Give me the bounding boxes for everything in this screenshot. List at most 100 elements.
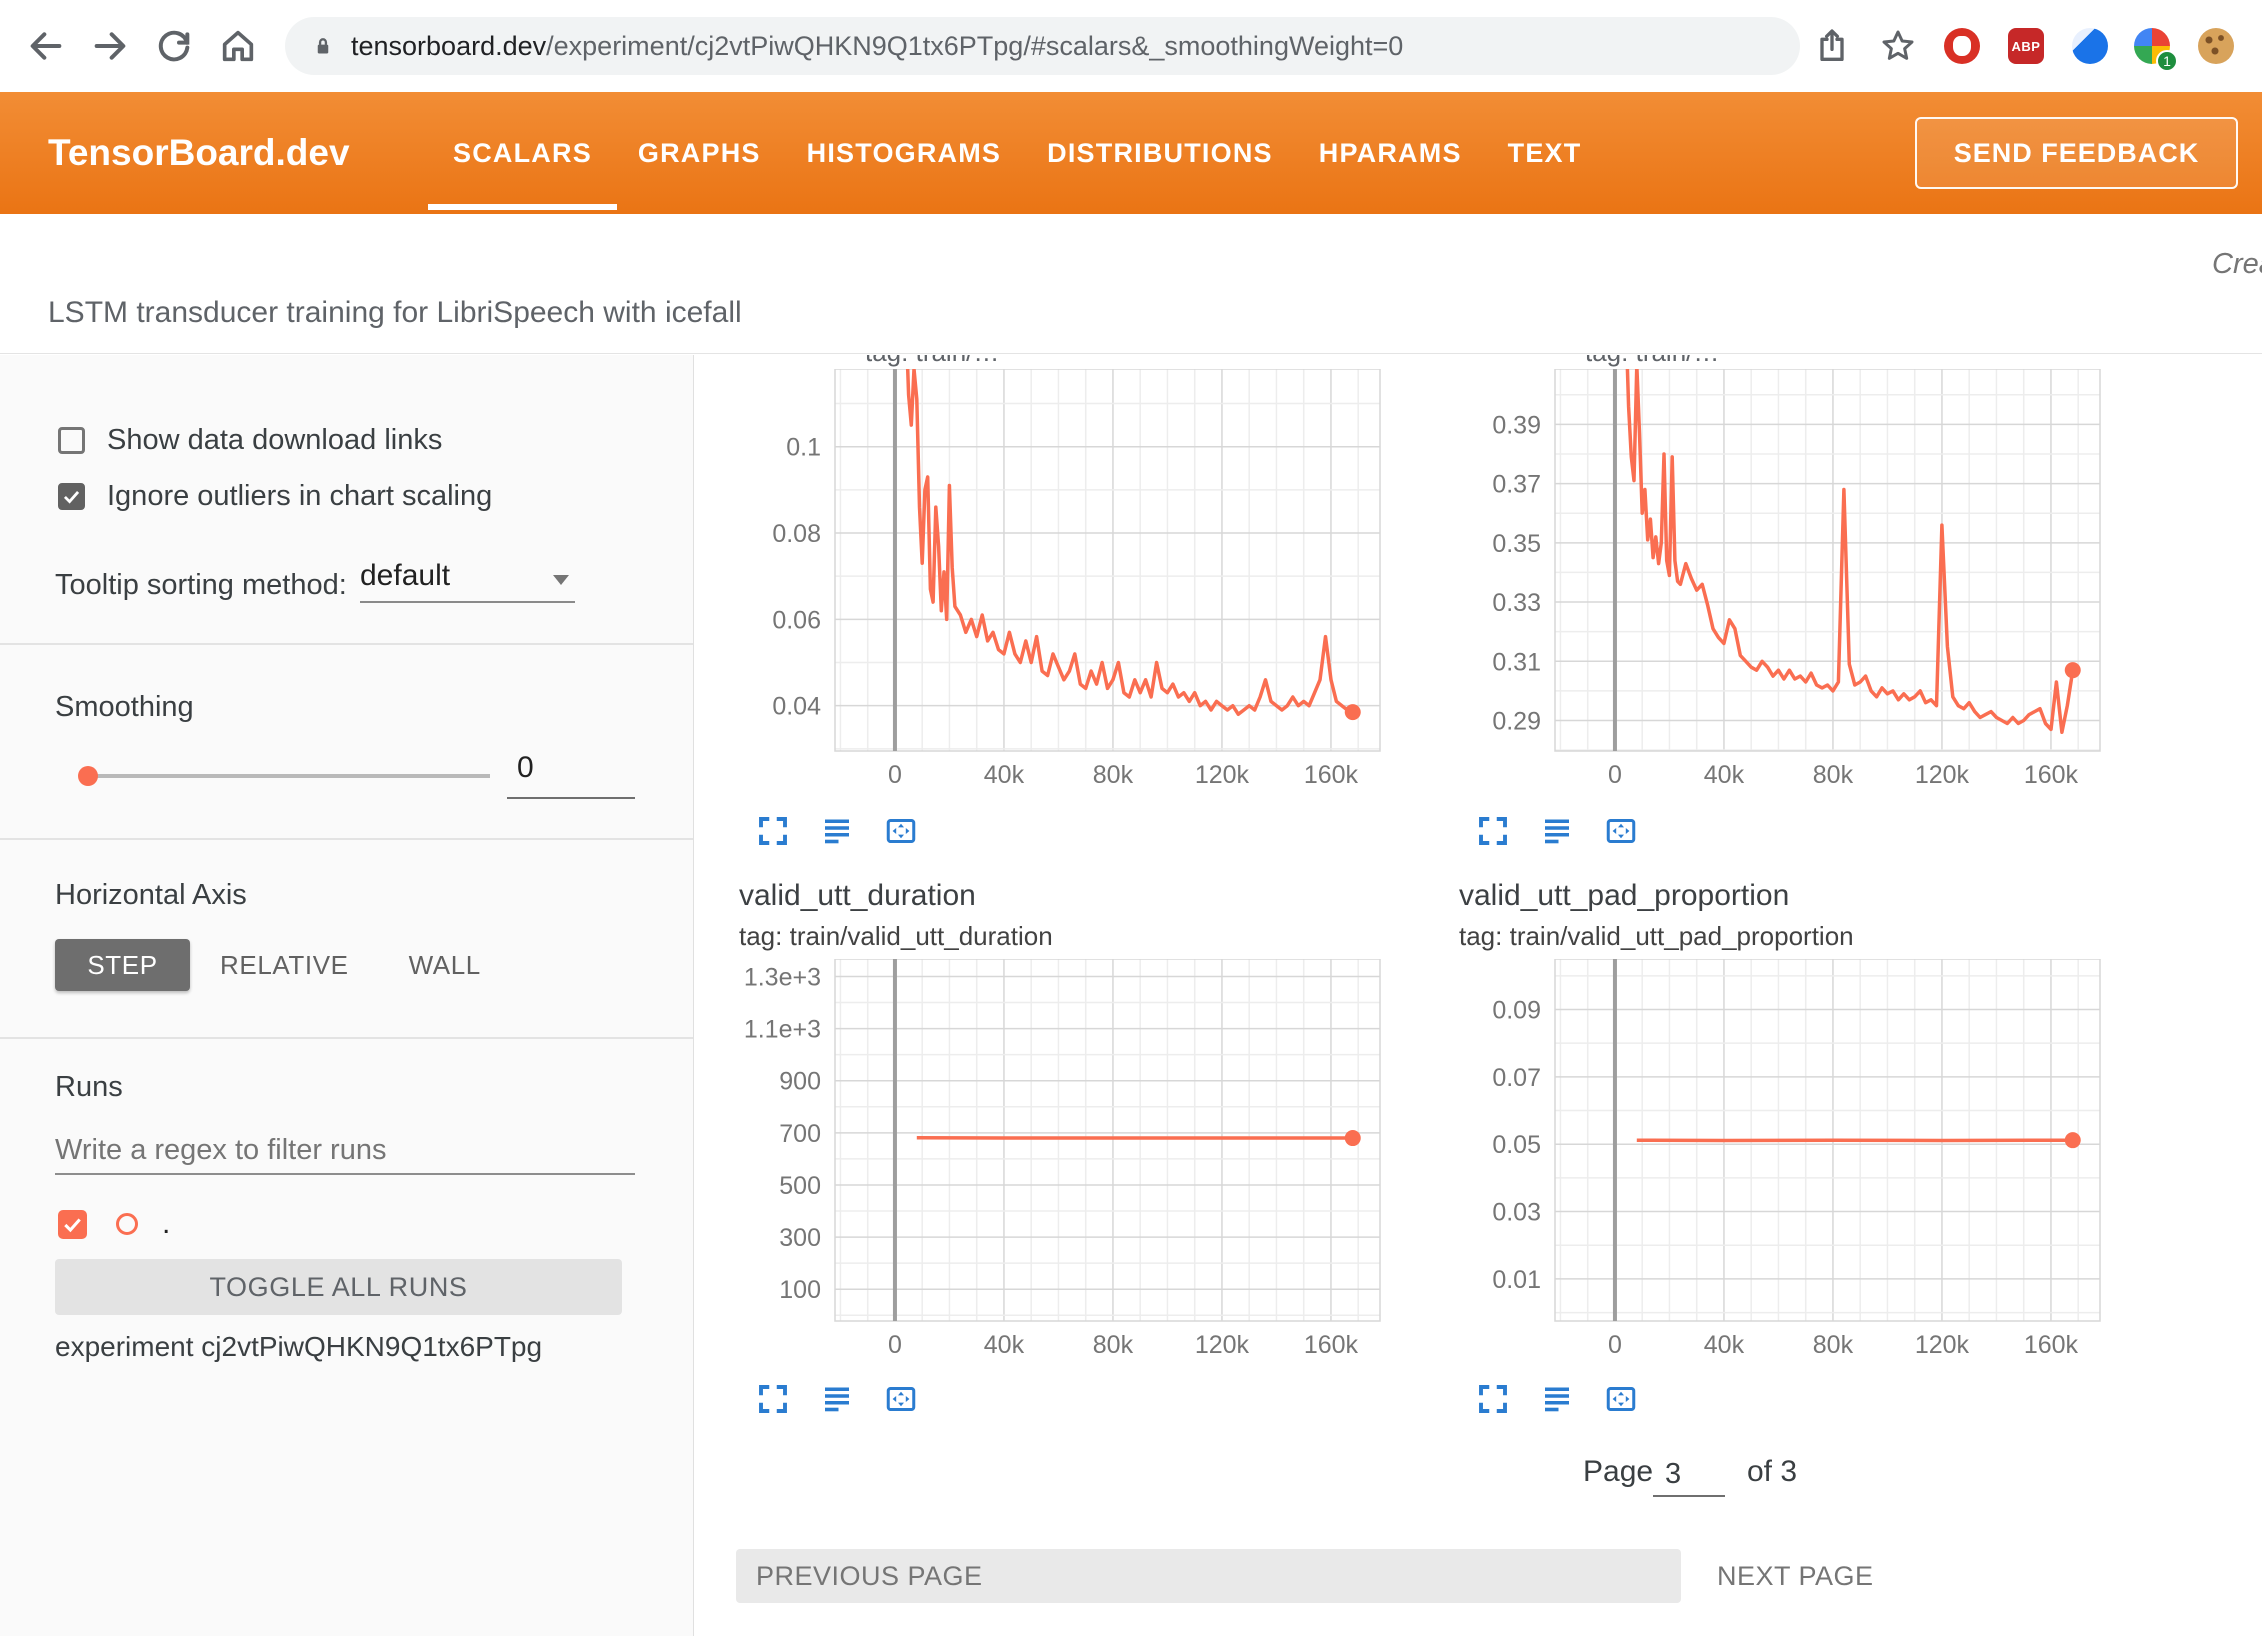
runs-filter-input[interactable] xyxy=(55,1127,635,1175)
tab-scalars[interactable]: SCALARS xyxy=(430,92,615,214)
svg-text:0.06: 0.06 xyxy=(772,606,821,634)
refresh-icon[interactable] xyxy=(154,26,194,66)
adblock-extension-icon[interactable] xyxy=(1944,28,1980,64)
svg-text:120k: 120k xyxy=(1915,1331,1970,1359)
share-icon[interactable] xyxy=(1812,26,1852,66)
fit-domain-icon[interactable] xyxy=(1603,813,1639,849)
extension-badge: 1 xyxy=(2156,50,2178,72)
run-row[interactable]: . xyxy=(58,1207,170,1241)
svg-text:0.01: 0.01 xyxy=(1492,1266,1541,1294)
scalar-chart[interactable]: 0.290.310.330.350.370.39040k80k120k160k xyxy=(1455,369,2115,796)
fit-domain-icon[interactable] xyxy=(1603,1381,1639,1417)
divider xyxy=(0,643,693,645)
axis-relative-button[interactable]: RELATIVE xyxy=(190,939,379,991)
svg-text:0.07: 0.07 xyxy=(1492,1064,1541,1092)
divider xyxy=(0,838,693,840)
runs-selector-icon[interactable] xyxy=(819,813,855,849)
axis-wall-button[interactable]: WALL xyxy=(379,939,511,991)
scalar-chart[interactable]: 0.040.060.080.1040k80k120k160k xyxy=(735,369,1395,796)
address-bar[interactable]: tensorboard.dev/experiment/cj2vtPiwQHKN9… xyxy=(285,17,1800,75)
tooltip-sort-select[interactable]: default xyxy=(360,559,575,603)
run-checkbox-checked-icon[interactable] xyxy=(58,1210,87,1239)
svg-text:100: 100 xyxy=(779,1276,821,1304)
runs-selector-icon[interactable] xyxy=(1539,813,1575,849)
smoothing-value: 0 xyxy=(517,751,534,784)
svg-text:0.31: 0.31 xyxy=(1492,648,1541,676)
bookmark-star-icon[interactable] xyxy=(1878,26,1918,66)
svg-text:0: 0 xyxy=(1608,1331,1622,1359)
expand-chart-icon[interactable] xyxy=(1475,1381,1511,1417)
subheader: Crea LSTM transducer training for LibriS… xyxy=(0,214,2262,354)
tooltip-sort-label: Tooltip sorting method: xyxy=(55,569,347,602)
expand-chart-icon[interactable] xyxy=(1475,813,1511,849)
home-icon[interactable] xyxy=(218,26,258,66)
page-label: Page xyxy=(1583,1455,1653,1489)
smoothing-slider[interactable] xyxy=(80,759,490,793)
divider xyxy=(0,1037,693,1039)
checkbox-unchecked-icon xyxy=(58,427,85,454)
browser-toolbar: tensorboard.dev/experiment/cj2vtPiwQHKN9… xyxy=(0,0,2262,92)
fit-domain-icon[interactable] xyxy=(883,1381,919,1417)
axis-step-button[interactable]: STEP xyxy=(55,939,190,991)
ignore-outliers-checkbox[interactable]: Ignore outliers in chart scaling xyxy=(58,480,492,513)
svg-text:40k: 40k xyxy=(1704,761,1745,789)
run-name: . xyxy=(162,1207,170,1241)
checkbox-label: Show data download links xyxy=(107,424,442,457)
checkbox-label: Ignore outliers in chart scaling xyxy=(107,480,492,513)
show-download-links-checkbox[interactable]: Show data download links xyxy=(58,424,442,457)
svg-text:0.04: 0.04 xyxy=(772,693,821,721)
chart-tag: tag: train/valid_utt_pad_proportion xyxy=(1459,921,1854,952)
cookie-extension-icon[interactable] xyxy=(2198,28,2234,64)
page-number-input[interactable] xyxy=(1653,1453,1725,1497)
svg-text:160k: 160k xyxy=(1304,1331,1359,1359)
smoothing-value-input[interactable]: 0 xyxy=(507,745,635,799)
scalar-chart[interactable]: 1003005007009001.1e+31.3e+3040k80k120k16… xyxy=(735,959,1395,1366)
runs-label: Runs xyxy=(55,1071,123,1104)
back-icon[interactable] xyxy=(26,26,66,66)
expand-chart-icon[interactable] xyxy=(755,1381,791,1417)
toggle-all-runs-button[interactable]: TOGGLE ALL RUNS xyxy=(55,1259,622,1315)
tab-distributions[interactable]: DISTRIBUTIONS xyxy=(1024,92,1296,214)
svg-text:0.09: 0.09 xyxy=(1492,997,1541,1025)
expand-chart-icon[interactable] xyxy=(755,813,791,849)
runs-selector-icon[interactable] xyxy=(1539,1381,1575,1417)
tensorboard-logo[interactable]: TensorBoard.dev xyxy=(48,92,350,214)
chart-actions xyxy=(1475,1381,1639,1417)
svg-text:120k: 120k xyxy=(1195,1331,1250,1359)
scalar-chart[interactable]: 0.010.030.050.070.09040k80k120k160k xyxy=(1455,959,2115,1366)
svg-text:0.1: 0.1 xyxy=(786,434,821,462)
tab-hparams[interactable]: HPARAMS xyxy=(1296,92,1485,214)
chart-actions xyxy=(755,1381,919,1417)
runs-selector-icon[interactable] xyxy=(819,1381,855,1417)
tab-text[interactable]: TEXT xyxy=(1485,92,1605,214)
lock-icon xyxy=(309,32,337,60)
fit-domain-icon[interactable] xyxy=(883,813,919,849)
svg-text:0.03: 0.03 xyxy=(1492,1199,1541,1227)
slider-thumb[interactable] xyxy=(78,766,98,786)
blue-extension-icon[interactable] xyxy=(2072,28,2108,64)
next-page-button[interactable]: NEXT PAGE xyxy=(1717,1549,1874,1603)
svg-text:160k: 160k xyxy=(2024,1331,2079,1359)
svg-text:0: 0 xyxy=(888,1331,902,1359)
extension-with-badge-icon[interactable]: 1 xyxy=(2134,28,2170,64)
chevron-down-icon xyxy=(553,575,569,585)
svg-text:0.29: 0.29 xyxy=(1492,707,1541,735)
charts-panel: tag: train/… 0.040.060.080.1040k80k120k1… xyxy=(695,355,2262,1636)
chart-actions xyxy=(755,813,919,849)
abp-extension-icon[interactable]: ABP xyxy=(2008,28,2044,64)
svg-text:160k: 160k xyxy=(1304,761,1359,789)
tab-histograms[interactable]: HISTOGRAMS xyxy=(784,92,1025,214)
page-of-label: of 3 xyxy=(1747,1455,1797,1489)
send-feedback-button[interactable]: SEND FEEDBACK xyxy=(1915,117,2238,189)
chart-actions xyxy=(1475,813,1639,849)
slider-track xyxy=(88,774,490,778)
svg-text:300: 300 xyxy=(779,1224,821,1252)
checkbox-checked-icon xyxy=(58,483,85,510)
previous-page-button[interactable]: PREVIOUS PAGE xyxy=(736,1549,1681,1603)
svg-text:700: 700 xyxy=(779,1120,821,1148)
clipped-right-text: Crea xyxy=(2212,248,2262,281)
chart-tag: tag: train/valid_utt_duration xyxy=(739,921,1053,952)
forward-icon[interactable] xyxy=(90,26,130,66)
svg-text:0: 0 xyxy=(1608,761,1622,789)
tab-graphs[interactable]: GRAPHS xyxy=(615,92,784,214)
